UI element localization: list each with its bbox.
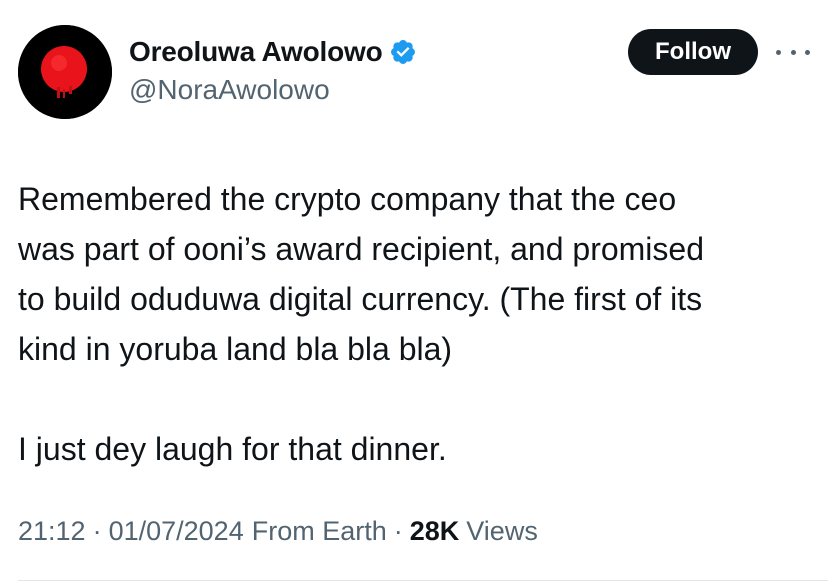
author-display-name[interactable]: Oreoluwa Awolowo	[129, 36, 383, 68]
tweet-date[interactable]: 01/07/2024	[109, 516, 244, 547]
follow-button[interactable]: Follow	[628, 29, 758, 75]
tweet-paragraph: I just dey laugh for that dinner.	[18, 431, 447, 467]
avatar[interactable]	[18, 25, 112, 119]
tweet-text: Remembered the crypto company that the c…	[18, 174, 818, 474]
meta-separator: ·	[92, 516, 102, 546]
tweet-meta: 21:12 · 01/07/2024 From Earth · 28K View…	[18, 516, 538, 547]
tweet-time[interactable]: 21:12	[18, 516, 86, 547]
dot	[790, 49, 796, 55]
divider	[18, 580, 828, 581]
tweet-paragraph: Remembered the crypto company that the c…	[18, 181, 704, 367]
author-name-row: Oreoluwa Awolowo	[129, 34, 417, 70]
verified-badge-icon	[389, 38, 417, 66]
tweet-card: Oreoluwa Awolowo @NoraAwolowo Follow Rem…	[0, 0, 828, 588]
meta-separator: ·	[393, 516, 403, 546]
dot	[776, 49, 781, 55]
author-handle[interactable]: @NoraAwolowo	[129, 74, 330, 106]
dot	[805, 49, 810, 55]
tweet-source: From Earth	[251, 516, 387, 546]
views-label: Views	[466, 516, 538, 546]
red-circle-avatar-icon	[18, 25, 112, 119]
more-dots-icon[interactable]	[776, 40, 810, 64]
views-count: 28K	[409, 516, 460, 546]
